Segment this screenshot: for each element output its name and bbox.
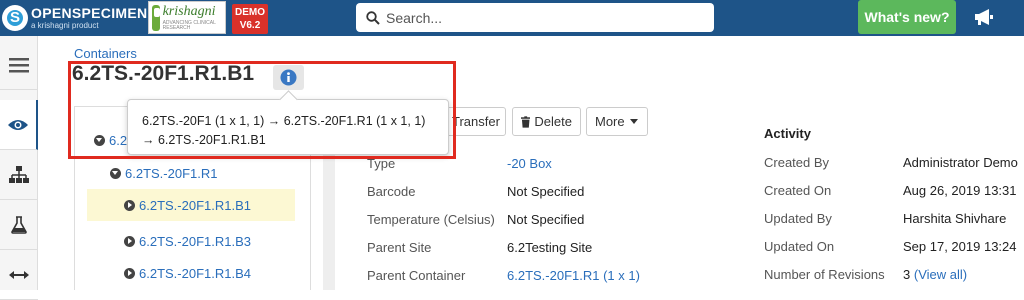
demo-label: DEMO	[235, 7, 265, 18]
expand-icon[interactable]	[124, 199, 135, 211]
transfer-label: Transfer	[452, 114, 500, 129]
test-tube-icon	[152, 4, 160, 31]
revisions-count: 3	[903, 267, 911, 282]
created-by-label: Created By	[764, 155, 830, 170]
revisions-label: Number of Revisions	[764, 267, 885, 282]
expand-icon[interactable]	[124, 267, 135, 279]
activity-heading: Activity	[764, 126, 811, 141]
parent-site-label: Parent Site	[367, 240, 432, 255]
krishagni-logo: krishagni ADVANCING CLINICAL RESEARCH	[148, 1, 226, 34]
tree-node-box[interactable]: 6.2TS.-20F1.R1.B3	[124, 225, 251, 257]
updated-by-value: Harshita Shivhare	[903, 211, 1007, 226]
delete-label: Delete	[534, 114, 572, 129]
openspecimen-logo-icon	[2, 5, 28, 31]
parent-container-link[interactable]: 6.2TS.-20F1.R1 (1 x 1)	[507, 268, 640, 283]
parent-site-value: 6.2Testing Site	[507, 240, 593, 255]
created-on-label: Created On	[764, 183, 832, 198]
tree-node-box[interactable]: 6.2TS.-20F1.R1.B4	[124, 257, 251, 289]
revisions-value: 3 (View all)	[903, 267, 967, 282]
trash-icon	[521, 115, 531, 128]
tree-node-box-selected[interactable]: 6.2TS.-20F1.R1.B1	[87, 189, 295, 221]
brand-tagline: ADVANCING CLINICAL RESEARCH	[162, 19, 216, 31]
logo-subtitle: a krishagni product	[31, 21, 99, 30]
tree-node-rack[interactable]: 6.2TS.-20F1.R1	[110, 157, 218, 189]
updated-by-label: Updated By	[764, 211, 832, 226]
barcode-label: Barcode	[367, 184, 416, 199]
annotation-highlight-box	[68, 61, 456, 159]
search-icon	[366, 10, 380, 25]
megaphone-icon[interactable]	[974, 8, 994, 31]
type-value[interactable]: -20 Box	[507, 156, 552, 171]
logo-name: OPENSPECIMEN	[31, 5, 148, 21]
created-on-value: Aug 26, 2019 13:31	[903, 183, 1017, 198]
hamburger-icon[interactable]	[0, 40, 38, 90]
left-nav-rail	[0, 36, 38, 300]
more-label: More	[595, 114, 625, 129]
parent-container-label: Parent Container	[367, 268, 466, 283]
demo-version-badge: DEMO V6.2	[232, 4, 268, 34]
caret-down-icon	[629, 119, 638, 124]
search-placeholder: Search...	[386, 9, 443, 26]
openspecimen-logo[interactable]: OPENSPECIMEN a krishagni product	[2, 2, 147, 34]
delete-button[interactable]: Delete	[512, 107, 581, 136]
flask-icon[interactable]	[0, 200, 38, 250]
expand-icon[interactable]	[124, 235, 135, 247]
tree-node-label: 6.2TS.-20F1.R1.B1	[139, 197, 251, 213]
temperature-label: Temperature (Celsius)	[367, 212, 495, 227]
temperature-value: Not Specified	[507, 212, 585, 227]
tree-node-label: 6.2TS.-20F1.R1	[125, 165, 218, 181]
breadcrumb-containers[interactable]: Containers	[74, 46, 137, 61]
eye-icon[interactable]	[0, 100, 38, 150]
view-all-revisions-link[interactable]: (View all)	[914, 267, 967, 282]
updated-on-label: Updated On	[764, 239, 835, 254]
whats-new-button[interactable]: What's new?	[858, 0, 956, 34]
more-dropdown[interactable]: More	[586, 107, 648, 136]
transfer-arrows-icon[interactable]	[0, 250, 38, 300]
top-navbar: OPENSPECIMEN a krishagni product krishag…	[0, 0, 1024, 36]
created-by-value: Administrator Demo	[903, 155, 1018, 170]
barcode-value: Not Specified	[507, 184, 585, 199]
search-input[interactable]: Search...	[356, 3, 714, 32]
brand-name: krishagni	[162, 3, 216, 19]
updated-on-value: Sep 17, 2019 13:24	[903, 239, 1017, 254]
version-label: V6.2	[239, 20, 261, 31]
collapse-icon[interactable]	[110, 167, 121, 179]
tree-node-label: 6.2TS.-20F1.R1.B3	[139, 233, 251, 249]
tree-node-label: 6.2TS.-20F1.R1.B4	[139, 265, 251, 281]
sitemap-icon[interactable]	[0, 150, 38, 200]
